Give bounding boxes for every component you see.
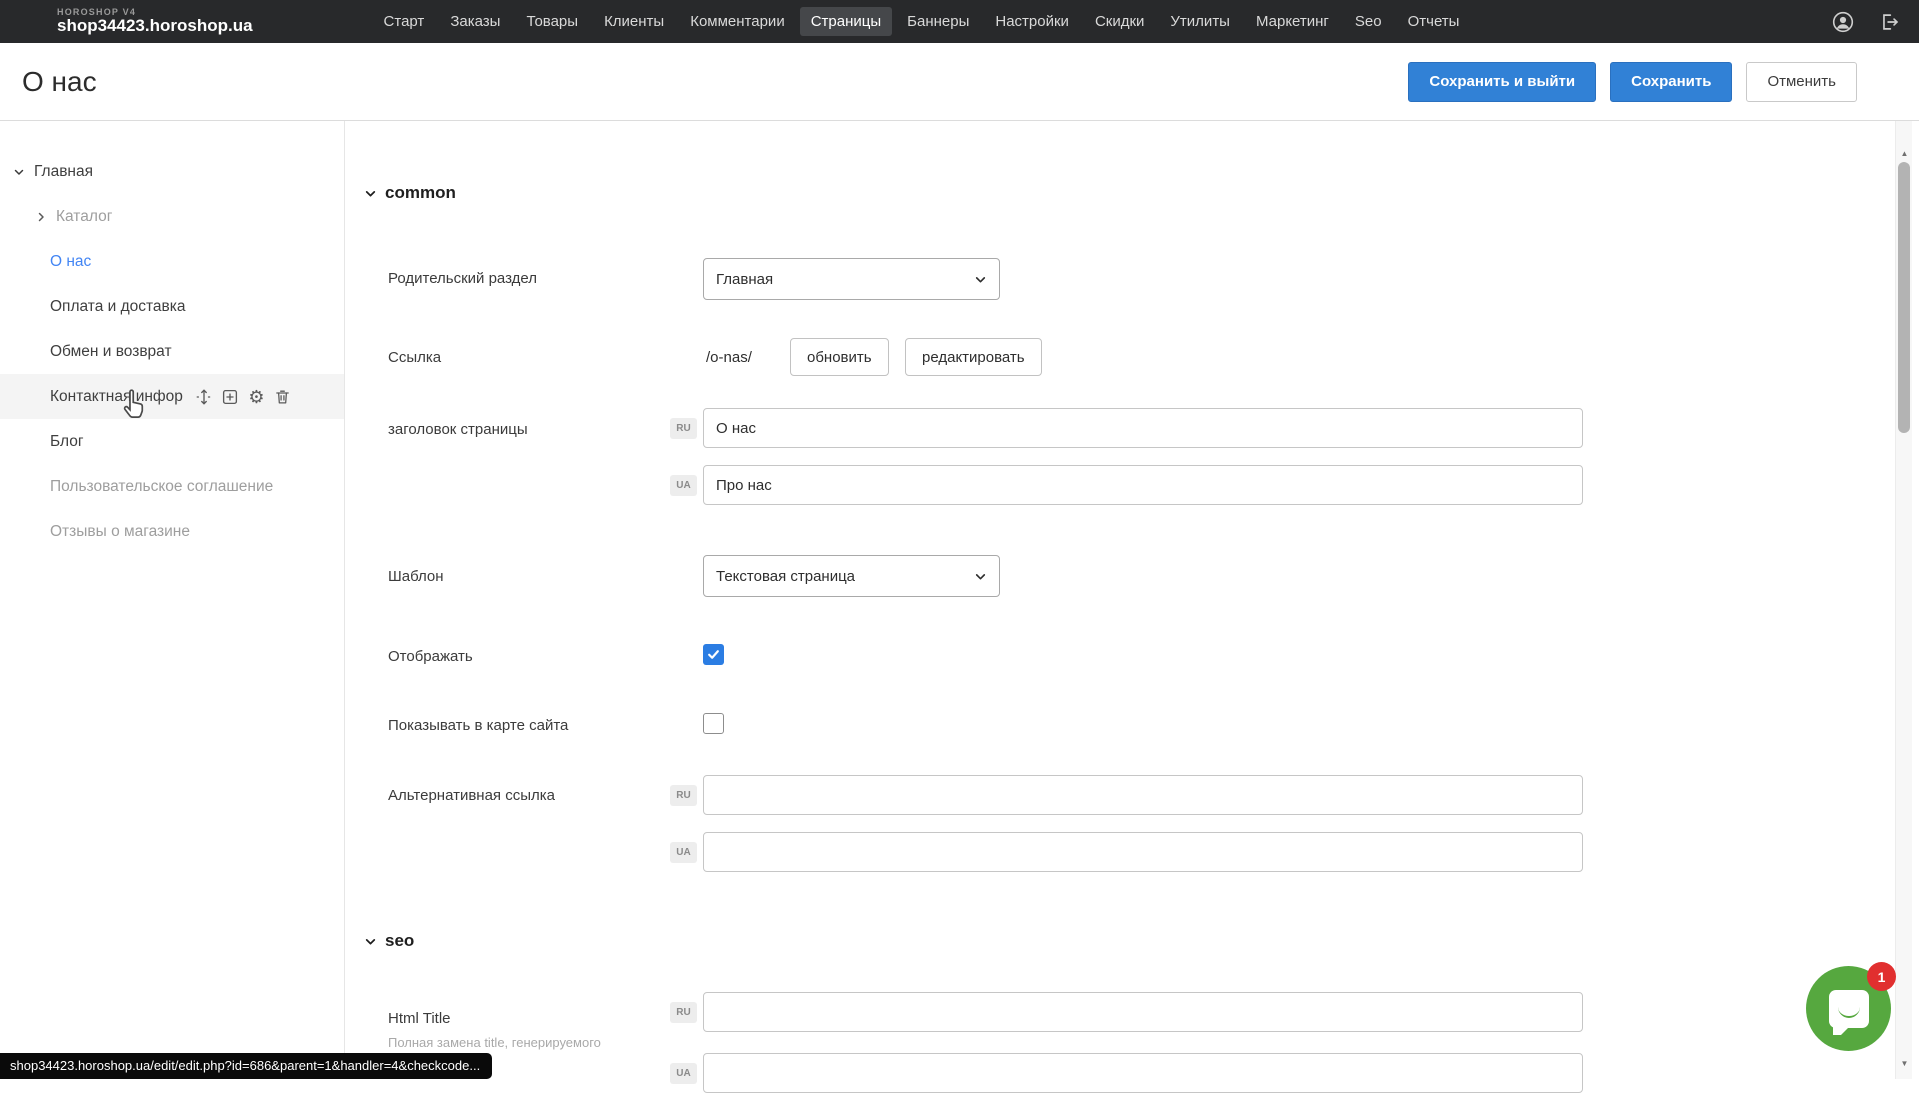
brand-logo[interactable]: HOROSHOP V4 shop34423.horoshop.ua	[57, 8, 253, 35]
lang-ua-badge: UA	[670, 842, 697, 863]
account-icon[interactable]	[1831, 10, 1855, 34]
scroll-down-arrow-icon[interactable]: ▼	[1896, 1055, 1913, 1071]
html-title-hint: Полная замена title, генерируемого	[388, 1035, 601, 1050]
parent-section-value: Главная	[716, 271, 773, 288]
nav-seo[interactable]: Seo	[1344, 7, 1393, 36]
page-header: О нас Сохранить и выйти Сохранить Отмени…	[0, 43, 1919, 121]
chat-unread-badge: 1	[1867, 962, 1896, 991]
sitemap-checkbox[interactable]	[703, 713, 724, 734]
tree-item-label: Каталог	[56, 208, 112, 226]
parent-section-select[interactable]: Главная	[703, 258, 1000, 300]
tree-item-label: Отзывы о магазине	[50, 523, 190, 541]
nav-start[interactable]: Старт	[373, 7, 436, 36]
save-button[interactable]: Сохранить	[1610, 62, 1732, 102]
tree-item-o-nas[interactable]: О нас	[0, 239, 344, 284]
template-value: Текстовая страница	[716, 568, 855, 585]
display-checkbox[interactable]	[703, 644, 724, 665]
tree-item-oplata-i-dostavka[interactable]: Оплата и доставка	[0, 284, 344, 329]
html-title-ua-input[interactable]	[703, 1053, 1583, 1093]
nav-pages[interactable]: Страницы	[800, 7, 892, 36]
html-title-label: Html Title	[388, 1010, 451, 1027]
chevron-right-icon[interactable]	[32, 211, 50, 223]
chat-bubble-icon	[1829, 990, 1869, 1028]
scroll-up-arrow-icon[interactable]: ▲	[1896, 145, 1913, 161]
lang-ua-badge: UA	[670, 1063, 697, 1084]
page-title-ua-input[interactable]	[703, 465, 1583, 505]
lang-ru-badge: RU	[670, 1002, 697, 1023]
page-title-ru-input[interactable]	[703, 408, 1583, 448]
nav-comments[interactable]: Комментарии	[679, 7, 795, 36]
tree-item-polzovatelskoe-soglashenie[interactable]: Пользовательское соглашение	[0, 464, 344, 509]
tree-item-label: Блог	[50, 433, 84, 451]
cancel-button[interactable]: Отменить	[1746, 62, 1857, 102]
tree-item-label: Главная	[34, 163, 93, 181]
tree-item-label: О нас	[50, 253, 91, 271]
alt-link-ru-input[interactable]	[703, 775, 1583, 815]
page-title-field-label: заголовок страницы	[388, 421, 528, 438]
tree-item-blog[interactable]: Блог	[0, 419, 344, 464]
nav-discounts[interactable]: Скидки	[1084, 7, 1155, 36]
vertical-scrollbar[interactable]: ▲ ▼	[1895, 121, 1912, 1079]
section-seo-toggle[interactable]: seo	[364, 931, 414, 951]
save-and-exit-button[interactable]: Сохранить и выйти	[1408, 62, 1596, 102]
settings-gear-icon[interactable]: ⚙	[247, 387, 266, 406]
nav-settings[interactable]: Настройки	[984, 7, 1080, 36]
tree-item-label: Оплата и доставка	[50, 298, 186, 316]
page-title: О нас	[22, 66, 97, 98]
lang-ru-badge: RU	[670, 418, 697, 439]
topbar: HOROSHOP V4 shop34423.horoshop.ua Старт …	[0, 0, 1919, 43]
html-title-ru-input[interactable]	[703, 992, 1583, 1032]
lang-ru-badge: RU	[670, 785, 697, 806]
nav-reports[interactable]: Отчеты	[1397, 7, 1471, 36]
tree-item-obmen-i-vozvrat[interactable]: Обмен и возврат	[0, 329, 344, 374]
template-select[interactable]: Текстовая страница	[703, 555, 1000, 597]
nav-orders[interactable]: Заказы	[439, 7, 511, 36]
alt-link-ua-input[interactable]	[703, 832, 1583, 872]
sitemap-label: Показывать в карте сайта	[388, 717, 568, 734]
scrollbar-thumb[interactable]	[1898, 162, 1910, 433]
nav-clients[interactable]: Клиенты	[593, 7, 675, 36]
alt-link-label: Альтернативная ссылка	[388, 787, 555, 804]
chevron-down-icon	[364, 187, 377, 200]
nav-products[interactable]: Товары	[515, 7, 589, 36]
check-icon	[707, 648, 720, 661]
chevron-down-icon[interactable]	[10, 166, 28, 178]
logout-icon[interactable]	[1877, 10, 1901, 34]
chevron-down-icon	[974, 273, 987, 286]
nav-utilities[interactable]: Утилиты	[1159, 7, 1241, 36]
main-nav: Старт Заказы Товары Клиенты Комментарии …	[373, 7, 1471, 36]
link-value: /o-nas/	[706, 349, 752, 366]
tree-item-kontaktnaya-infor[interactable]: Контактная инфор ⚙	[0, 374, 344, 419]
pages-tree-sidebar: Главная Каталог О нас Оплата и доставка …	[0, 121, 345, 1079]
nav-banners[interactable]: Баннеры	[896, 7, 980, 36]
section-common-title: common	[385, 183, 456, 203]
lang-ua-badge: UA	[670, 475, 697, 496]
brand-domain: shop34423.horoshop.ua	[57, 17, 253, 35]
chevron-down-icon	[974, 570, 987, 583]
link-edit-button[interactable]: редактировать	[905, 338, 1042, 376]
link-label: Ссылка	[388, 349, 441, 366]
page-edit-form: common Родительский раздел Главная Ссылк…	[346, 121, 1902, 1079]
link-update-button[interactable]: обновить	[790, 338, 889, 376]
tree-item-glavnaya[interactable]: Главная	[0, 149, 344, 194]
chevron-down-icon	[364, 935, 377, 948]
delete-trash-icon[interactable]	[273, 387, 292, 406]
nav-marketing[interactable]: Маркетинг	[1245, 7, 1340, 36]
move-icon[interactable]	[195, 387, 214, 406]
tree-item-otzyvy-o-magazine[interactable]: Отзывы о магазине	[0, 509, 344, 554]
tree-item-katalog[interactable]: Каталог	[0, 194, 344, 239]
template-label: Шаблон	[388, 568, 444, 585]
section-seo-title: seo	[385, 931, 414, 951]
tree-item-label: Обмен и возврат	[50, 343, 172, 361]
status-url-tooltip: shop34423.horoshop.ua/edit/edit.php?id=6…	[0, 1053, 492, 1079]
parent-section-label: Родительский раздел	[388, 270, 537, 287]
add-page-icon[interactable]	[221, 387, 240, 406]
display-label: Отображать	[388, 648, 473, 665]
section-common-toggle[interactable]: common	[364, 183, 456, 203]
tree-item-label: Пользовательское соглашение	[50, 478, 273, 496]
tree-item-label: Контактная инфор	[50, 388, 183, 406]
